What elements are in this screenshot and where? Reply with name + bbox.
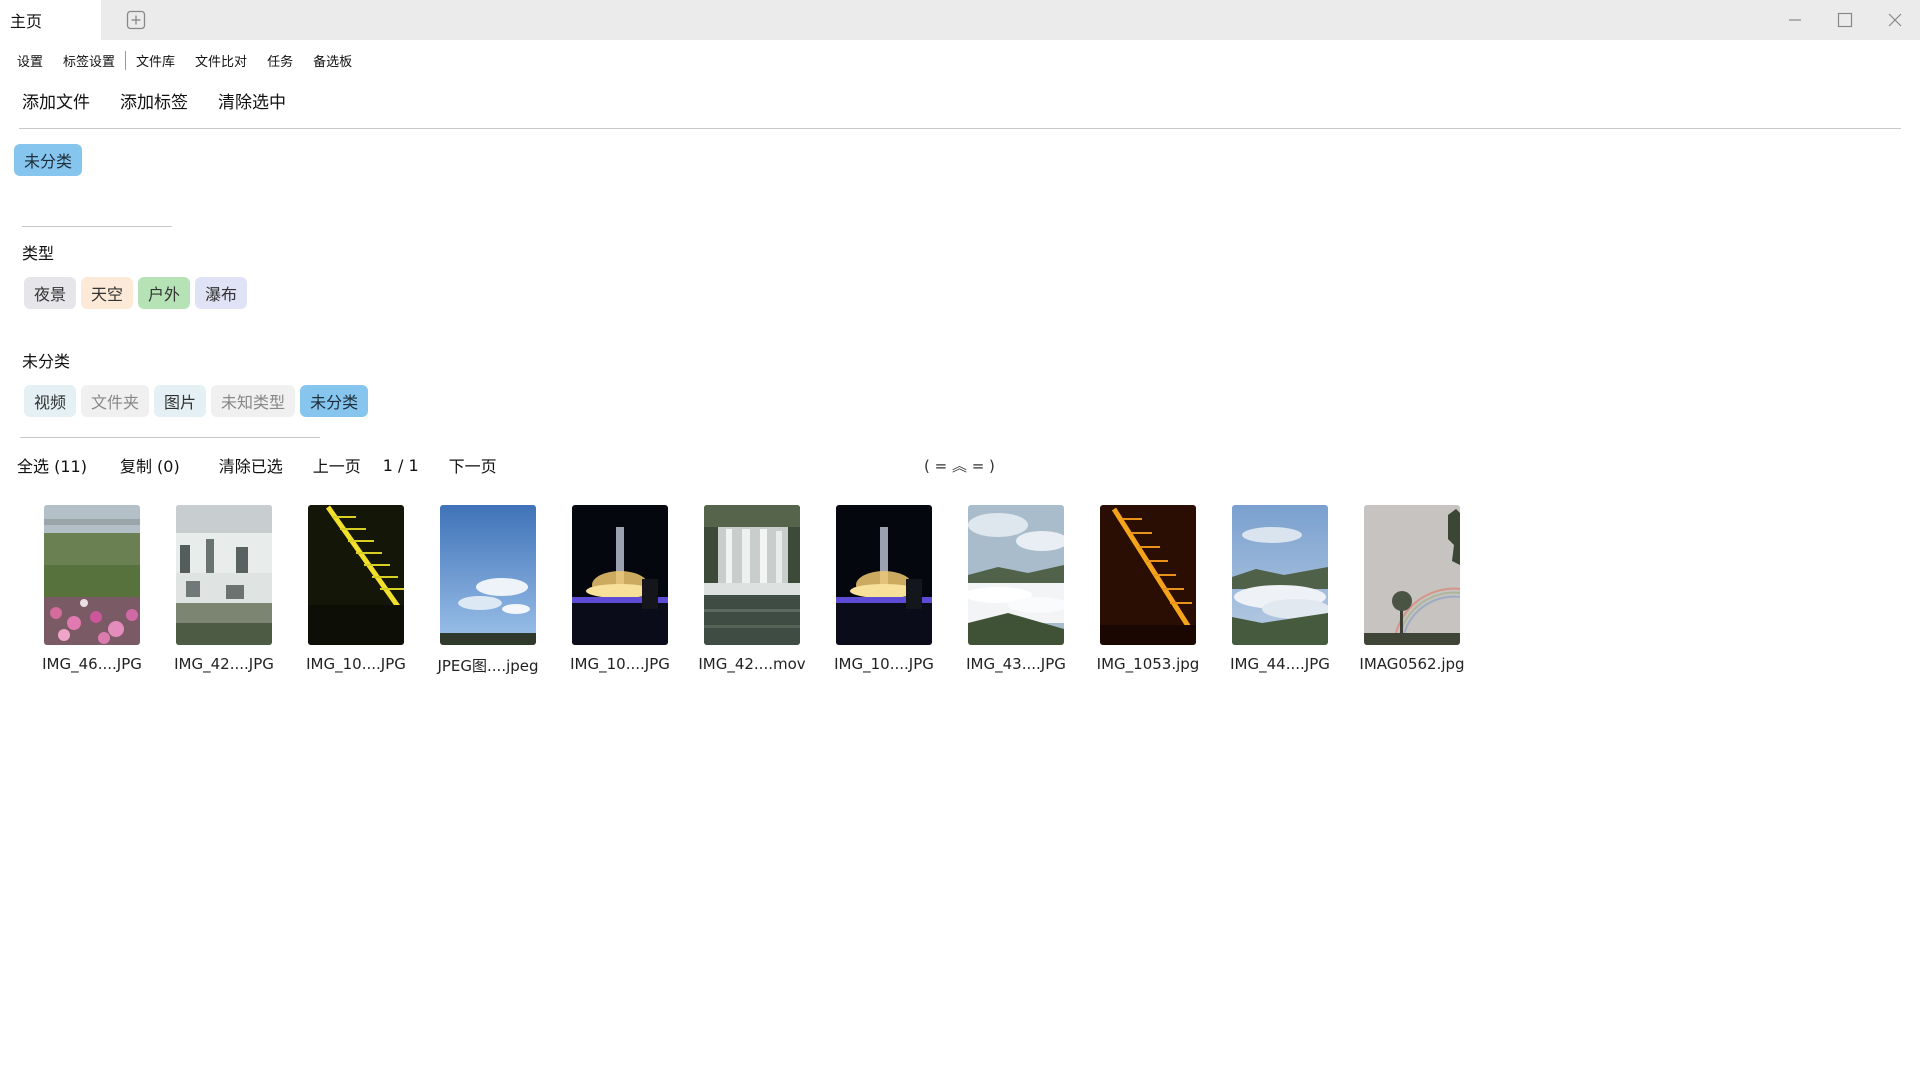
next-page-button[interactable]: 下一页 (449, 453, 497, 477)
tag-row-type: 夜景 天空 户外 瀑布 (24, 277, 248, 309)
file-item[interactable]: JPEG图....jpeg (437, 505, 539, 676)
menu-tasks[interactable]: 任务 (267, 51, 293, 70)
file-item[interactable]: IMG_10....JPG (306, 505, 406, 676)
prev-page-button[interactable]: 上一页 (313, 453, 361, 477)
select-all-button[interactable]: 全选 (11) (17, 453, 87, 477)
file-grid: IMG_46....JPG IMG_42....JPG IMG_10....JP… (42, 505, 1465, 676)
tag-chip-unknown-type[interactable]: 未知类型 (211, 385, 296, 417)
add-tag-button[interactable]: 添加标签 (120, 88, 188, 113)
file-item[interactable]: IMG_46....JPG (42, 505, 142, 676)
tag-chip-uncategorized[interactable]: 未分类 (300, 385, 369, 417)
close-button[interactable] (1870, 0, 1920, 40)
maximize-button[interactable] (1820, 0, 1870, 40)
file-thumbnail (704, 505, 800, 645)
tag-group-title-type: 类型 (22, 244, 55, 263)
add-file-button[interactable]: 添加文件 (22, 88, 90, 113)
menu-file-compare[interactable]: 文件比对 (195, 51, 247, 70)
tag-group-title-uncategorized: 未分类 (22, 352, 71, 371)
file-thumbnail (572, 505, 668, 645)
file-thumbnail (1100, 505, 1196, 645)
file-thumbnail (968, 505, 1064, 645)
divider (22, 226, 172, 227)
maximize-icon (1837, 12, 1853, 28)
file-name: JPEG图....jpeg (437, 657, 539, 675)
title-bar: 主页 (0, 0, 1920, 40)
file-item[interactable]: IMG_42....mov (698, 505, 806, 676)
tag-chip-sky[interactable]: 天空 (81, 277, 134, 309)
minimize-icon (1789, 19, 1801, 21)
file-name: IMG_10....JPG (834, 655, 934, 673)
menu-settings[interactable]: 设置 (17, 51, 43, 70)
file-item[interactable]: IMG_1053.jpg (1097, 505, 1199, 676)
file-name: IMG_10....JPG (570, 655, 670, 673)
file-thumbnail (176, 505, 272, 645)
file-thumbnail (1364, 505, 1460, 645)
file-item[interactable]: IMG_10....JPG (834, 505, 934, 676)
file-name: IMG_42....mov (698, 655, 806, 673)
tab-home-label: 主页 (10, 12, 43, 31)
file-item[interactable]: IMG_42....JPG (174, 505, 274, 676)
page-indicator: 1 / 1 (382, 455, 419, 475)
new-tab-icon (126, 10, 146, 30)
menu-clipboard[interactable]: 备选板 (313, 51, 352, 70)
minimize-button[interactable] (1770, 0, 1820, 40)
file-name: IMG_10....JPG (306, 655, 406, 673)
menu-library[interactable]: 文件库 (125, 50, 175, 70)
file-thumbnail (836, 505, 932, 645)
tag-chip-image[interactable]: 图片 (154, 385, 207, 417)
tag-chip-outdoor[interactable]: 户外 (138, 277, 191, 309)
tag-chip-night[interactable]: 夜景 (24, 277, 77, 309)
file-thumbnail (440, 505, 536, 645)
file-item[interactable]: IMG_44....JPG (1230, 505, 1330, 676)
file-name: IMG_44....JPG (1230, 655, 1330, 673)
tag-chip-folder[interactable]: 文件夹 (81, 385, 150, 417)
file-item[interactable]: IMG_10....JPG (570, 505, 670, 676)
clear-picked-button[interactable]: 清除已选 (219, 453, 283, 477)
file-thumbnail (44, 505, 140, 645)
menu-bar: 设置 标签设置 文件库 文件比对 任务 备选板 (0, 40, 1920, 80)
file-item[interactable]: IMAG0562.jpg (1359, 505, 1465, 676)
file-name: IMG_43....JPG (966, 655, 1066, 673)
toolbar: 添加文件 添加标签 清除选中 (22, 86, 316, 114)
clear-selection-button[interactable]: 清除选中 (218, 88, 286, 113)
divider (19, 128, 1901, 129)
file-thumbnail (1232, 505, 1328, 645)
menu-tag-settings[interactable]: 标签设置 (63, 51, 115, 70)
tab-home[interactable]: 主页 (0, 0, 101, 40)
file-name: IMG_42....JPG (174, 655, 274, 673)
new-tab-button[interactable] (125, 9, 147, 31)
file-name: IMG_1053.jpg (1096, 655, 1200, 673)
selection-actions: 全选 (11) 复制 (0) 清除已选 上一页 1 / 1 下一页 (17, 452, 497, 478)
file-item[interactable]: IMG_43....JPG (966, 505, 1066, 676)
file-name: IMAG0562.jpg (1359, 655, 1465, 673)
tag-chip-video[interactable]: 视频 (24, 385, 77, 417)
collapse-toggle[interactable]: ( = ︽ = ) (924, 452, 995, 478)
close-icon (1888, 13, 1902, 27)
tag-row-uncategorized: 视频 文件夹 图片 未知类型 未分类 (24, 385, 369, 417)
file-thumbnail (308, 505, 404, 645)
copy-button[interactable]: 复制 (0) (120, 453, 180, 477)
file-name: IMG_46....JPG (42, 655, 142, 673)
selected-filter-chip[interactable]: 未分类 (14, 144, 83, 176)
divider (20, 437, 320, 438)
tag-chip-waterfall[interactable]: 瀑布 (195, 277, 248, 309)
